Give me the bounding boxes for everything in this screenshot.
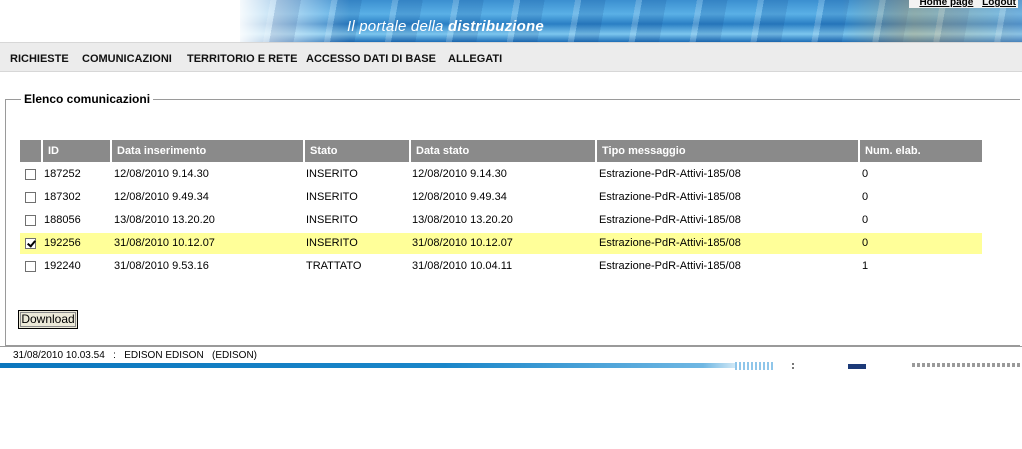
cell-data-stato: 13/08/2010 13.20.20	[412, 214, 513, 226]
cell-tipo-messaggio: Estrazione-PdR-Attivi-185/08	[599, 191, 741, 203]
header-data-inserimento: Data inserimento	[112, 140, 303, 162]
cell-id: 187302	[44, 191, 81, 203]
cell-data-stato: 12/08/2010 9.14.30	[412, 168, 507, 180]
header-banner: Il portale della distribuzione	[0, 0, 1022, 42]
session-status: 31/08/2010 10.03.54 : EDISON EDISON (EDI…	[13, 350, 257, 361]
cell-id: 192240	[44, 260, 81, 272]
row-checkbox-checked[interactable]	[25, 238, 36, 249]
table-row[interactable]: 192240 31/08/2010 9.53.16 TRATTATO 31/08…	[20, 256, 982, 277]
table-row[interactable]: 188056 13/08/2010 13.20.20 INSERITO 13/0…	[20, 210, 982, 231]
cell-id: 187252	[44, 168, 81, 180]
footer-logo-text	[912, 363, 1022, 367]
portal-title: Il portale della distribuzione	[347, 18, 544, 35]
footer-logo-mark	[848, 364, 866, 369]
cell-num-elab: 1	[862, 260, 869, 272]
cell-data-inserimento: 12/08/2010 9.14.30	[114, 168, 209, 180]
cell-stato: INSERITO	[306, 214, 358, 226]
download-button[interactable]: Download	[18, 310, 78, 329]
row-checkbox[interactable]	[25, 215, 36, 226]
row-checkbox[interactable]	[25, 192, 36, 203]
cell-num-elab: 0	[862, 191, 869, 203]
header-num-elab: Num. elab.	[860, 140, 982, 162]
header-tipo-messaggio: Tipo messaggio	[597, 140, 858, 162]
panel-legend: Elenco comunicazioni	[21, 92, 154, 106]
cell-data-stato: 12/08/2010 9.49.34	[412, 191, 507, 203]
table-row[interactable]: 187252 12/08/2010 9.14.30 INSERITO 12/08…	[20, 164, 982, 185]
home-page-link[interactable]: Home page	[919, 0, 973, 8]
cell-stato: INSERITO	[306, 168, 358, 180]
table-row-selected[interactable]: 192256 31/08/2010 10.12.07 INSERITO 31/0…	[20, 233, 982, 254]
row-checkbox[interactable]	[25, 169, 36, 180]
nav-item-allegati[interactable]: ALLEGATI	[448, 53, 502, 65]
header-stato: Stato	[305, 140, 409, 162]
cell-tipo-messaggio: Estrazione-PdR-Attivi-185/08	[599, 237, 741, 249]
cell-num-elab: 0	[862, 237, 869, 249]
footer-band	[0, 363, 740, 368]
footer-separator	[792, 363, 794, 369]
portal-title-emphasis: distribuzione	[447, 18, 544, 35]
footer-pattern	[735, 362, 775, 370]
cell-id: 188056	[44, 214, 81, 226]
header-data-stato: Data stato	[411, 140, 595, 162]
nav-item-territorio-e-rete[interactable]: TERRITORIO E RETE	[187, 53, 297, 65]
cell-tipo-messaggio: Estrazione-PdR-Attivi-185/08	[599, 214, 741, 226]
cell-data-inserimento: 31/08/2010 9.53.16	[114, 260, 209, 272]
cell-tipo-messaggio: Estrazione-PdR-Attivi-185/08	[599, 168, 741, 180]
cell-tipo-messaggio: Estrazione-PdR-Attivi-185/08	[599, 260, 741, 272]
header-select-column	[20, 140, 41, 162]
cell-id: 192256	[44, 237, 81, 249]
footer-divider	[0, 346, 1022, 347]
cell-data-inserimento: 13/08/2010 13.20.20	[114, 214, 215, 226]
top-links: Home page Logout	[909, 0, 1018, 8]
cell-stato: INSERITO	[306, 237, 358, 249]
row-checkbox[interactable]	[25, 261, 36, 272]
cell-data-stato: 31/08/2010 10.04.11	[412, 260, 513, 272]
portal-title-prefix: Il portale della	[347, 18, 448, 35]
cell-data-inserimento: 31/08/2010 10.12.07	[114, 237, 215, 249]
table-row[interactable]: 187302 12/08/2010 9.49.34 INSERITO 12/08…	[20, 187, 982, 208]
cell-stato: TRATTATO	[306, 260, 362, 272]
main-nav: RICHIESTE COMUNICAZIONI TERRITORIO E RET…	[0, 42, 1022, 72]
logout-link[interactable]: Logout	[982, 0, 1016, 8]
nav-item-accesso-dati-di-base[interactable]: ACCESSO DATI DI BASE	[306, 53, 436, 65]
cell-num-elab: 0	[862, 168, 869, 180]
cell-num-elab: 0	[862, 214, 869, 226]
header-id: ID	[43, 140, 110, 162]
nav-item-richieste[interactable]: RICHIESTE	[10, 53, 69, 65]
cell-stato: INSERITO	[306, 191, 358, 203]
nav-item-comunicazioni[interactable]: COMUNICAZIONI	[82, 53, 172, 65]
cell-data-stato: 31/08/2010 10.12.07	[412, 237, 513, 249]
cell-data-inserimento: 12/08/2010 9.49.34	[114, 191, 209, 203]
